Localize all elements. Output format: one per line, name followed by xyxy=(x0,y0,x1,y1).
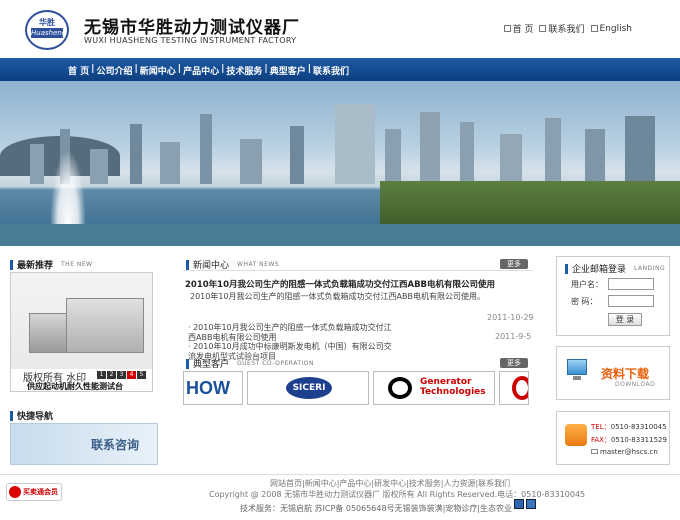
username-label: 用户名： xyxy=(571,280,603,289)
login-button[interactable]: 登 录 xyxy=(608,313,642,326)
product-caption: 版权所有 水印 供应起动机耐久性能测试台 1 2 3 4 5 xyxy=(11,369,152,391)
security-seal-icon[interactable] xyxy=(526,499,536,509)
footer-support[interactable]: 技术服务：无锡启航 苏ICP备 05065648号无锡装饰装潢|宠物诊疗|生态农… xyxy=(240,503,512,514)
banner-building xyxy=(335,104,375,184)
news-more-button[interactable]: 更多 xyxy=(500,259,528,269)
top-links: 首 页 联系我们 English xyxy=(503,22,632,35)
news-headline[interactable]: 2010年10月我公司生产的阻感一体式负载箱成功交付江西ABB电机有限公司使用 xyxy=(185,278,495,290)
login-panel: 企业邮箱登录 LANDING 用户名： 密 码： 登 录 xyxy=(556,256,670,336)
news-summary: 2010年10月我公司生产的阻感一体式负载箱成功交付江西ABB电机有限公司使用。 xyxy=(190,292,485,301)
pager-1[interactable]: 1 xyxy=(97,371,106,379)
logo-band: Huasheng xyxy=(31,28,67,38)
banner-building xyxy=(585,129,605,184)
news-date: 2011-10-29 xyxy=(487,313,534,322)
client-logo-siceri[interactable]: SICERI xyxy=(247,371,369,405)
banner-building xyxy=(240,139,262,184)
header: 华胜 Huasheng 无锡市华胜动力测试仪器厂 WUXI HUASHENG T… xyxy=(0,0,680,58)
banner-building xyxy=(460,122,474,184)
nav-about[interactable]: 公司介绍 xyxy=(95,64,133,77)
section-bar-icon xyxy=(10,259,13,270)
contact-email[interactable]: master@hscs.cn xyxy=(591,448,658,456)
section-bar-icon xyxy=(565,263,568,274)
main-nav: 首 页 | 公司介绍 | 新闻中心 | 产品中心 | 技术服务 | 典型客户 | 联系我们 xyxy=(0,58,680,81)
banner-building xyxy=(385,129,401,184)
contact-consult-banner[interactable]: 联系咨询 xyxy=(10,423,158,465)
company-name-cn: 无锡市华胜动力测试仪器厂 xyxy=(84,18,300,38)
envelope-icon xyxy=(591,449,598,454)
monitor-stand-icon xyxy=(573,376,581,380)
quicknav-section-title: 快捷导航 xyxy=(10,409,53,422)
client-logo-how[interactable]: HOW xyxy=(183,371,243,405)
banner-building xyxy=(90,149,108,184)
banner-fountain xyxy=(50,149,86,224)
banner-building xyxy=(290,126,304,184)
nav-home[interactable]: 首 页 xyxy=(67,64,90,77)
section-bar-icon xyxy=(186,358,189,369)
username-input[interactable] xyxy=(608,278,654,290)
nav-news[interactable]: 新闻中心 xyxy=(139,64,177,77)
client-logo-partial[interactable] xyxy=(499,371,529,405)
download-title-en: DOWNLOAD xyxy=(615,381,656,388)
banner-greenery xyxy=(380,181,680,226)
banner-building xyxy=(625,116,655,184)
footer-divider xyxy=(0,474,680,475)
phone-icon xyxy=(565,424,587,446)
product-showcase[interactable]: 版权所有 水印 供应起动机耐久性能测试台 1 2 3 4 5 xyxy=(10,272,153,392)
coop-more-button[interactable]: 更多 xyxy=(500,358,528,368)
download-panel[interactable]: 资料下载 DOWNLOAD xyxy=(556,346,670,400)
contact-consult-label: 联系咨询 xyxy=(91,438,140,452)
security-seal-icon[interactable] xyxy=(514,499,524,509)
password-label: 密 码： xyxy=(571,297,598,306)
nav-contact[interactable]: 联系我们 xyxy=(312,64,350,77)
badge-logo-icon xyxy=(9,486,21,498)
product-name[interactable]: 供应起动机耐久性能测试台 xyxy=(27,381,123,391)
latest-section-title: 最新推荐 THE NEW xyxy=(10,258,93,271)
banner-building xyxy=(160,142,180,184)
banner-building xyxy=(200,114,212,184)
news-divider xyxy=(183,270,533,271)
nav-products[interactable]: 产品中心 xyxy=(182,64,220,77)
cummins-mark-icon xyxy=(388,377,412,399)
banner-building xyxy=(420,112,440,184)
pager-3[interactable]: 3 xyxy=(117,371,126,379)
login-title: 企业邮箱登录 LANDING xyxy=(565,262,665,275)
product-pager: 1 2 3 4 5 xyxy=(97,371,146,379)
monitor-icon xyxy=(567,359,587,375)
english-link[interactable]: English xyxy=(590,22,632,35)
news-date: 2011-9-5 xyxy=(495,332,532,341)
banner-building xyxy=(545,118,561,184)
password-input[interactable] xyxy=(608,295,654,307)
coop-section-title: 典型客户 GUEST CO-OPERATION xyxy=(186,357,314,370)
banner-water xyxy=(0,224,680,246)
home-icon xyxy=(503,25,511,32)
download-title: 资料下载 xyxy=(601,367,650,381)
section-bar-icon xyxy=(186,259,189,270)
banner-building xyxy=(130,124,142,184)
footer: 买卖通会员 网站首页|新闻中心|产品中心|研发中心|技术服务|人力资源|联系我们… xyxy=(0,474,680,520)
nav-service[interactable]: 技术服务 xyxy=(225,64,263,77)
contact-link[interactable]: 联系我们 xyxy=(539,22,585,35)
company-logo[interactable]: 华胜 Huasheng xyxy=(25,10,69,50)
client-mark-icon xyxy=(512,376,528,400)
pager-2[interactable]: 2 xyxy=(107,371,116,379)
contact-fax: FAX：0510-83311529 xyxy=(591,436,667,444)
hero-banner xyxy=(0,81,680,246)
product-machine-image xyxy=(66,298,144,353)
banner-building xyxy=(30,144,44,184)
banner-building xyxy=(500,134,522,184)
membership-badge[interactable]: 买卖通会员 xyxy=(6,483,62,501)
logo-text-top: 华胜 xyxy=(39,18,55,27)
pager-4[interactable]: 4 xyxy=(127,371,136,379)
company-name-en: WUXI HUASHENG TESTING INSTRUMENT FACTORY xyxy=(84,36,297,45)
section-bar-icon xyxy=(10,410,13,421)
home-link[interactable]: 首 页 xyxy=(503,22,533,35)
globe-icon xyxy=(590,25,598,32)
footer-links[interactable]: 网站首页|新闻中心|产品中心|研发中心|技术服务|人力资源|联系我们 xyxy=(270,478,510,489)
nav-clients[interactable]: 典型客户 xyxy=(269,64,307,77)
contact-tel: TEL：0510-83310045 xyxy=(591,423,667,431)
client-logo-generator[interactable]: Generator Technologies xyxy=(373,371,495,405)
contact-panel: TEL：0510-83310045 FAX：0510-83311529 mast… xyxy=(556,411,670,465)
mail-icon xyxy=(539,25,547,32)
pager-5[interactable]: 5 xyxy=(137,371,146,379)
